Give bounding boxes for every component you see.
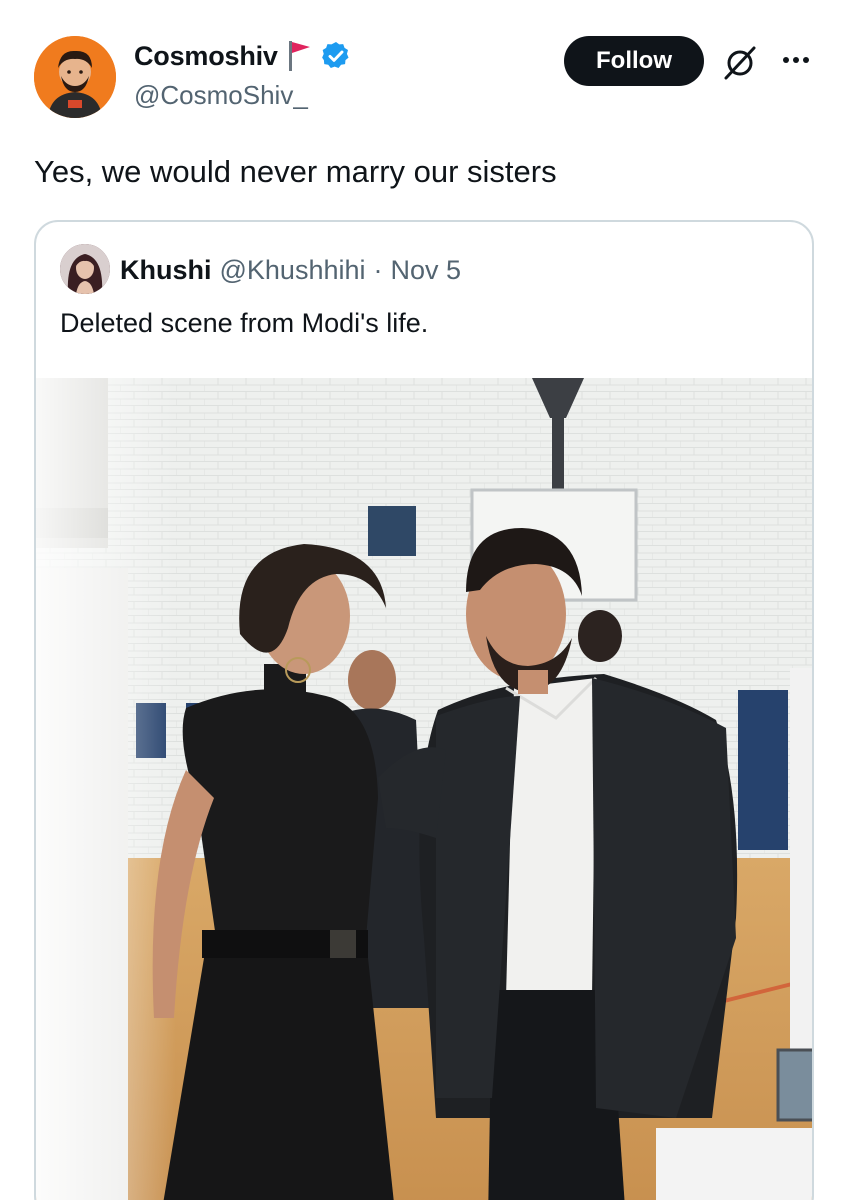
quoted-date[interactable]: Nov 5 [391,255,462,286]
quoted-text: Deleted scene from Modi's life. [60,308,429,338]
quoted-separator: · [373,254,383,285]
tweet-text: Yes, we would never marry our sisters [34,154,557,189]
quoted-photo[interactable] [36,378,812,1200]
verified-check-icon[interactable] [320,40,352,72]
quoted-author-avatar[interactable] [60,244,110,294]
author-avatar[interactable] [34,36,116,118]
quoted-author-name[interactable]: Khushi [120,255,212,286]
red-flag-icon [286,39,312,73]
quoted-header: Khushi @Khushhihi · Nov 5 [120,250,461,290]
follow-button[interactable]: Follow [564,36,704,86]
author-handle[interactable]: @CosmoShiv_ [134,80,308,111]
quoted-tweet-card[interactable]: Khushi @Khushhihi · Nov 5 Deleted scene … [34,220,814,1200]
grok-icon[interactable] [720,42,760,82]
more-options-icon[interactable] [776,46,816,74]
tweet-view: Cosmoshiv @CosmoShiv_ Follow Yes, we wou… [0,0,848,1200]
quoted-author-handle[interactable]: @Khushhihi [220,255,366,286]
author-name-row: Cosmoshiv [134,38,352,74]
author-display-name[interactable]: Cosmoshiv [134,41,278,72]
